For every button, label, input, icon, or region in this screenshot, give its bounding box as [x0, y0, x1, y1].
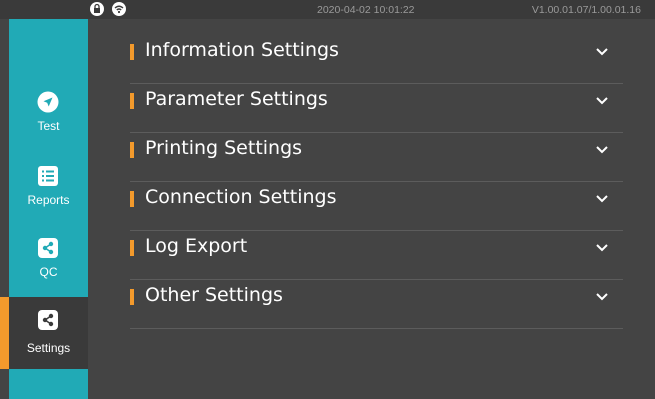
chevron-down-icon — [596, 146, 608, 154]
section-label: Printing Settings — [145, 137, 303, 159]
share-icon — [37, 237, 59, 259]
status-bar: 2020-04-02 10:01:22 V1.00.01.07/1.00.01.… — [0, 0, 655, 19]
section-printing-settings[interactable]: Printing Settings — [130, 133, 623, 182]
lock-icon — [90, 2, 104, 19]
sidebar: Test Reports QC Settings — [0, 19, 88, 399]
sidebar-item-reports[interactable]: Reports — [9, 157, 88, 229]
section-marker — [130, 44, 134, 60]
sidebar-item-label: Reports — [27, 193, 70, 207]
section-other-settings[interactable]: Other Settings — [130, 280, 623, 329]
chevron-down-icon — [596, 195, 608, 203]
sidebar-item-label: QC — [39, 265, 58, 279]
share-icon — [37, 309, 59, 331]
section-label: Log Export — [145, 235, 248, 257]
chevron-down-icon — [596, 97, 608, 105]
section-marker — [130, 240, 134, 256]
chevron-down-icon — [596, 244, 608, 252]
section-information-settings[interactable]: Information Settings — [130, 35, 623, 84]
sidebar-item-label: Test — [37, 119, 60, 133]
active-indicator — [0, 297, 9, 369]
sidebar-item-qc[interactable]: QC — [9, 229, 88, 301]
sidebar-item-label: Settings — [26, 341, 71, 355]
datetime-text: 2020-04-02 10:01:22 — [317, 4, 415, 16]
version-text: V1.00.01.07/1.00.01.16 — [531, 4, 641, 16]
section-label: Other Settings — [145, 284, 283, 306]
section-marker — [130, 191, 134, 207]
section-label: Parameter Settings — [145, 88, 328, 110]
wifi-icon — [112, 2, 126, 19]
section-label: Information Settings — [145, 39, 339, 61]
sidebar-item-test[interactable]: Test — [9, 83, 88, 155]
chevron-down-icon — [596, 48, 608, 56]
section-marker — [130, 289, 134, 305]
section-marker — [130, 93, 134, 109]
sidebar-item-settings[interactable]: Settings — [0, 297, 88, 369]
navigation-arrow-icon — [37, 91, 59, 113]
list-icon — [37, 165, 59, 187]
section-label: Connection Settings — [145, 186, 337, 208]
chevron-down-icon — [596, 293, 608, 301]
section-marker — [130, 142, 134, 158]
settings-list: Information Settings Parameter Settings … — [130, 35, 623, 329]
section-connection-settings[interactable]: Connection Settings — [130, 182, 623, 231]
section-parameter-settings[interactable]: Parameter Settings — [130, 84, 623, 133]
section-log-export[interactable]: Log Export — [130, 231, 623, 280]
